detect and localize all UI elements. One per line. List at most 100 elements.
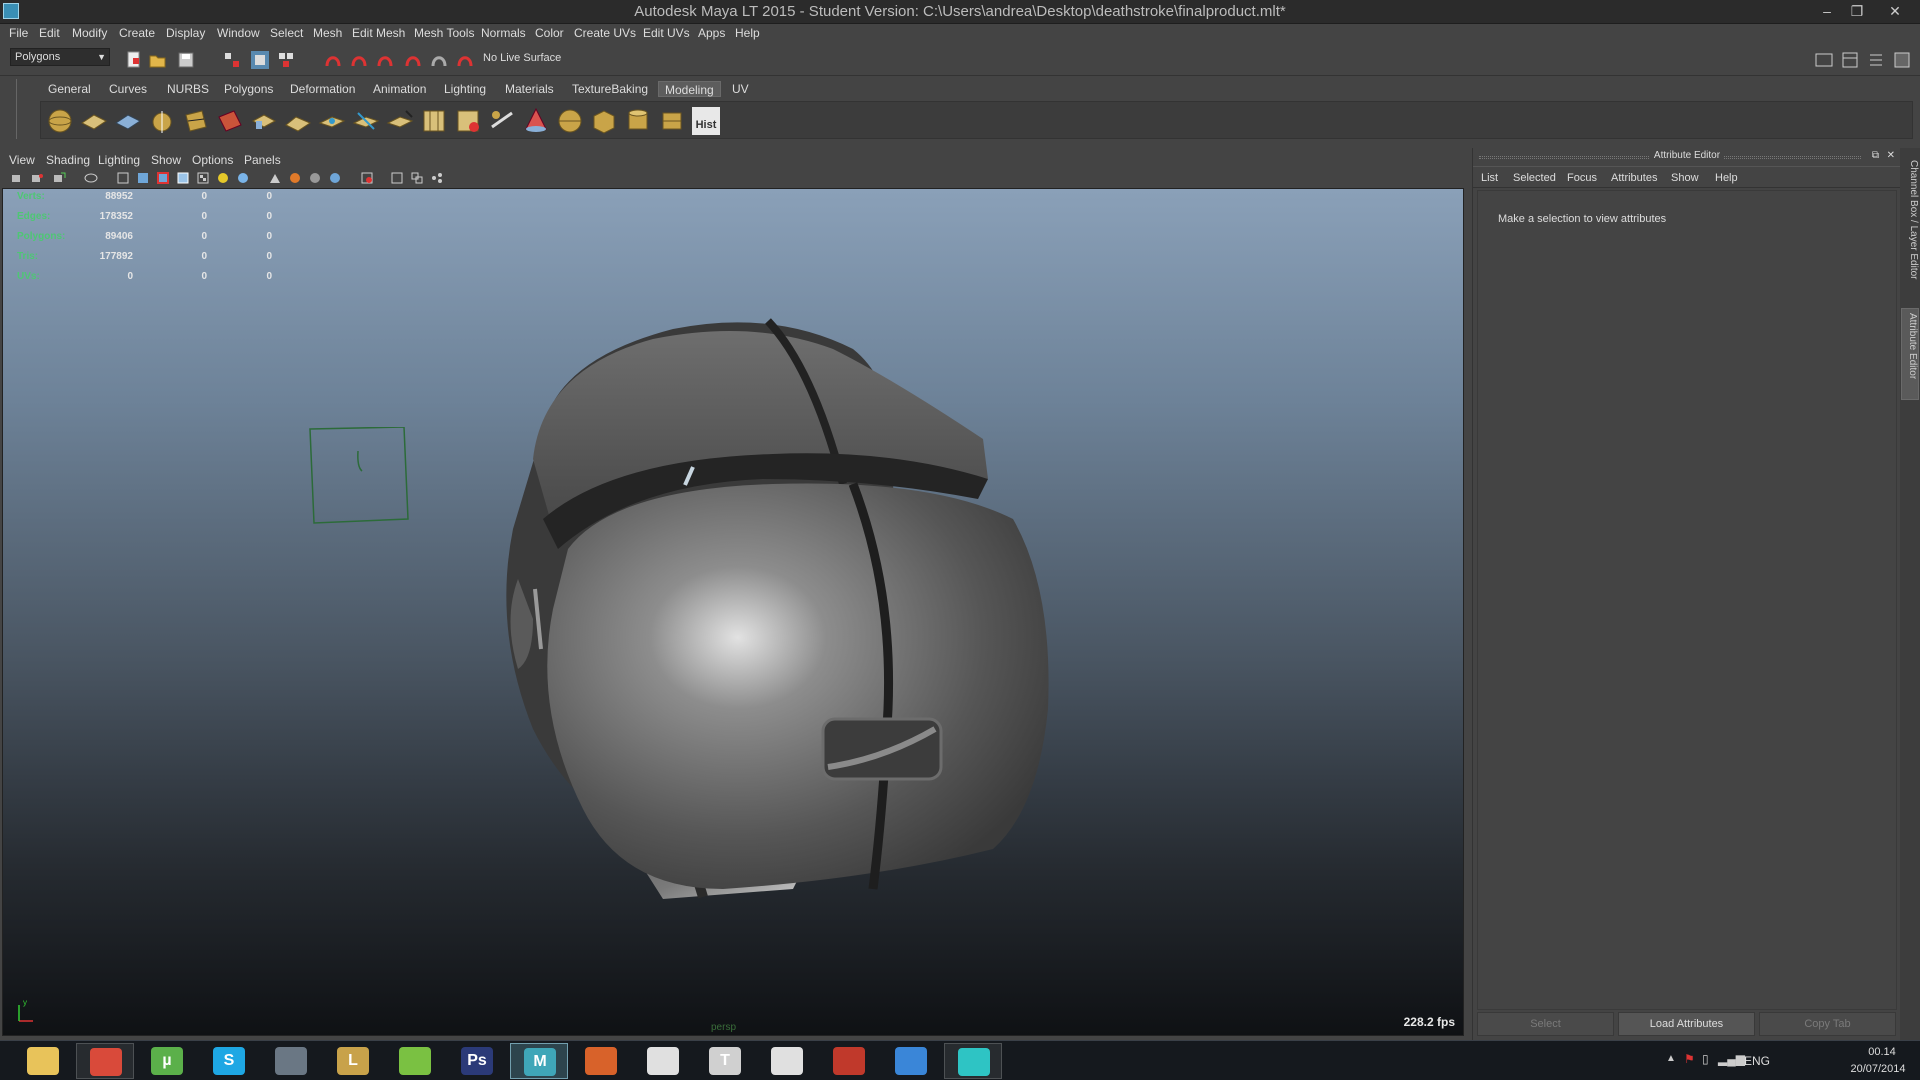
select-by-hierarchy-icon[interactable]	[222, 50, 242, 70]
snap-to-point-icon[interactable]	[376, 50, 396, 70]
ae-menu-show[interactable]: Show	[1671, 172, 1699, 184]
sculpt-tool-icon[interactable]	[488, 107, 516, 135]
multi-cut-icon[interactable]	[182, 107, 210, 135]
image-plane-icon[interactable]	[84, 171, 98, 185]
ae-menu-help[interactable]: Help	[1715, 172, 1738, 184]
taskbar-app-photoshop[interactable]: Ps	[448, 1043, 506, 1079]
tray-expand-icon[interactable]: ▲	[1666, 1053, 1676, 1064]
shelf-tab-general[interactable]: General	[42, 81, 97, 97]
menu-color[interactable]: Color	[535, 26, 564, 40]
3d-viewport[interactable]: Verts: 88952 0 0 Edges: 178352 0 0 Polyg…	[2, 188, 1464, 1036]
wireframe-on-shaded-icon[interactable]	[156, 171, 170, 185]
menu-mesh[interactable]: Mesh	[313, 26, 342, 40]
bookmarks-icon[interactable]	[52, 171, 66, 185]
taskbar-app-utorrent[interactable]: µ	[138, 1043, 196, 1079]
ambient-occlusion-icon[interactable]	[236, 171, 250, 185]
shelf-tab-nurbs[interactable]: NURBS	[161, 81, 215, 97]
taskbar-app-steam[interactable]	[262, 1043, 320, 1079]
helmet-mesh[interactable]	[473, 289, 1063, 909]
ae-menu-attributes[interactable]: Attributes	[1611, 172, 1657, 184]
load-attributes-button[interactable]: Load Attributes	[1618, 1012, 1755, 1036]
shelf-tab-animation[interactable]: Animation	[367, 81, 432, 97]
clock-date[interactable]: 20/07/2014	[1840, 1063, 1916, 1075]
menu-edit-mesh[interactable]: Edit Mesh	[352, 26, 405, 40]
ae-menu-focus[interactable]: Focus	[1567, 172, 1597, 184]
taskbar-app-skype[interactable]: S	[200, 1043, 258, 1079]
snap-to-view-plane-icon[interactable]	[404, 50, 424, 70]
copy-tab-button[interactable]: Copy Tab	[1759, 1012, 1896, 1036]
menu-set-dropdown[interactable]: Polygons ▼	[10, 48, 110, 66]
float-panel-icon[interactable]: ⧉	[1872, 150, 1879, 161]
menu-display[interactable]: Display	[166, 26, 205, 40]
close-button[interactable]: ✕	[1880, 1, 1910, 21]
menu-create[interactable]: Create	[119, 26, 155, 40]
shelf-tab-deformation[interactable]: Deformation	[284, 81, 361, 97]
taskbar-app-browser[interactable]	[882, 1043, 940, 1079]
soft-select-icon[interactable]	[420, 107, 448, 135]
taskbar-app-league-of-legends[interactable]: L	[324, 1043, 382, 1079]
menu-file[interactable]: File	[9, 26, 28, 40]
cone-icon[interactable]	[522, 107, 550, 135]
attribute-editor-toggle-icon[interactable]	[1892, 50, 1912, 70]
smooth-shade-icon[interactable]	[136, 171, 150, 185]
tab-attribute-editor[interactable]: Attribute Editor	[1901, 308, 1919, 400]
quad-draw-icon[interactable]	[454, 107, 482, 135]
taskbar-app-mudbox[interactable]	[572, 1043, 630, 1079]
ae-menu-selected[interactable]: Selected	[1513, 172, 1556, 184]
poly-plane-icon[interactable]	[80, 107, 108, 135]
menu-mesh-tools[interactable]: Mesh Tools	[414, 26, 474, 40]
viewport-menu-panels[interactable]: Panels	[244, 153, 281, 167]
ae-menu-list[interactable]: List	[1481, 172, 1498, 184]
bevel-icon[interactable]	[216, 107, 244, 135]
input-language[interactable]: ENG	[1744, 1054, 1770, 1068]
xray-joints-icon[interactable]	[390, 171, 404, 185]
poly-cube-icon[interactable]	[590, 107, 618, 135]
open-scene-icon[interactable]	[148, 50, 168, 70]
menu-help[interactable]: Help	[735, 26, 760, 40]
shelf-tab-lighting[interactable]: Lighting	[438, 81, 492, 97]
taskbar-app-maya-lt[interactable]: M	[510, 1043, 568, 1079]
depth-of-field-icon[interactable]	[328, 171, 342, 185]
append-polygon-icon[interactable]	[284, 107, 312, 135]
restore-button[interactable]: ❐	[1842, 1, 1872, 21]
clock-time[interactable]: 00.14	[1850, 1046, 1914, 1058]
taskbar-app-remote-desktop[interactable]	[944, 1043, 1002, 1079]
taskbar-app-unreal[interactable]: T	[696, 1043, 754, 1079]
camera-attributes-icon[interactable]	[30, 171, 44, 185]
viewport-menu-lighting[interactable]: Lighting	[98, 153, 140, 167]
tab-channel-box-layer-editor[interactable]: Channel Box / Layer Editor	[1901, 156, 1919, 296]
poly-sphere-icon[interactable]	[46, 107, 74, 135]
taskbar-app-file-explorer[interactable]	[14, 1043, 72, 1079]
menu-window[interactable]: Window	[217, 26, 260, 40]
target-weld-icon[interactable]	[352, 107, 380, 135]
taskbar-app-app-alert[interactable]	[820, 1043, 878, 1079]
viewport-menu-shading[interactable]: Shading	[46, 153, 90, 167]
extrude-face-icon[interactable]	[114, 107, 142, 135]
save-scene-icon[interactable]	[176, 50, 196, 70]
close-panel-icon[interactable]: ✕	[1887, 150, 1895, 161]
poly-sphere-alt-icon[interactable]	[556, 107, 584, 135]
xray-icon[interactable]	[268, 171, 282, 185]
snap-to-grid-icon[interactable]	[324, 50, 344, 70]
select-by-object-icon[interactable]	[250, 50, 270, 70]
xray-active-icon[interactable]	[410, 171, 424, 185]
taskbar-app-chrome[interactable]	[76, 1043, 134, 1079]
poly-cylinder-icon[interactable]	[624, 107, 652, 135]
slide-edge-icon[interactable]	[386, 107, 414, 135]
menu-create-uvs[interactable]: Create UVs	[574, 26, 636, 40]
shelf-tab-materials[interactable]: Materials	[499, 81, 560, 97]
network-icon[interactable]: ▂▄▆	[1718, 1052, 1745, 1066]
shadows-icon[interactable]	[216, 171, 230, 185]
select-button[interactable]: Select	[1477, 1012, 1614, 1036]
viewport-menu-view[interactable]: View	[9, 153, 35, 167]
menu-modify[interactable]: Modify	[72, 26, 107, 40]
shelf-tab-curves[interactable]: Curves	[103, 81, 153, 97]
select-camera-icon[interactable]	[10, 171, 24, 185]
shelf-tab-texturebaking[interactable]: TextureBaking	[566, 81, 654, 97]
shelf-tab-uv[interactable]: UV	[726, 81, 755, 97]
taskbar-app-spotify[interactable]	[386, 1043, 444, 1079]
shelf-tab-polygons[interactable]: Polygons	[218, 81, 279, 97]
make-live-icon[interactable]	[456, 50, 476, 70]
viewport-menu-options[interactable]: Options	[192, 153, 233, 167]
taskbar-app-unity[interactable]	[634, 1043, 692, 1079]
